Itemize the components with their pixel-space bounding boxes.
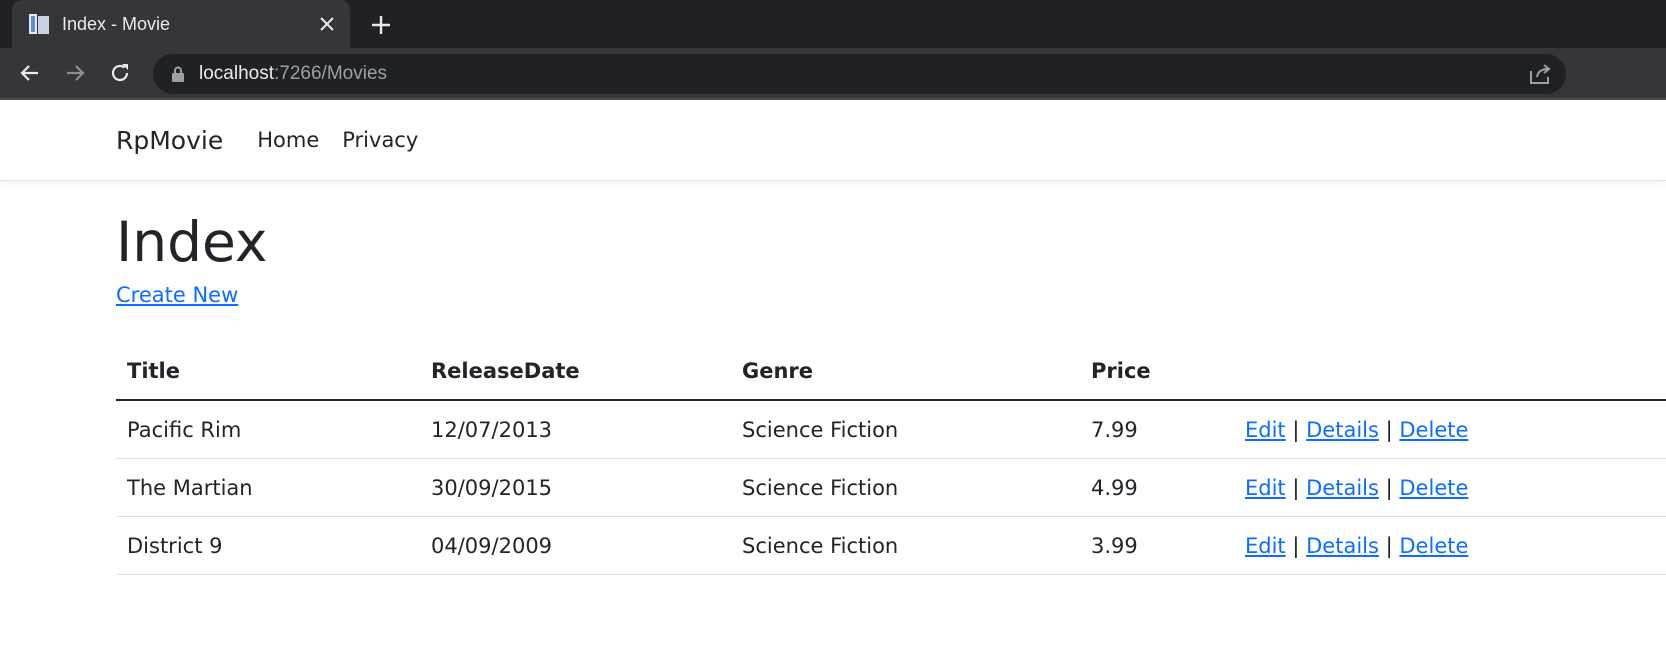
nav-privacy-link[interactable]: Privacy bbox=[342, 128, 418, 152]
cell-price: 4.99 bbox=[1080, 458, 1234, 517]
cell-release-date: 30/09/2015 bbox=[420, 458, 731, 517]
table-row: District 9 04/09/2009 Science Fiction 3.… bbox=[116, 516, 1666, 575]
brand-link[interactable]: RpMovie bbox=[116, 126, 223, 155]
column-header-actions bbox=[1234, 343, 1666, 401]
share-icon[interactable] bbox=[1528, 63, 1552, 85]
edit-link[interactable]: Edit bbox=[1245, 476, 1286, 500]
site-navbar: RpMovie Home Privacy bbox=[0, 100, 1666, 181]
cell-genre: Science Fiction bbox=[731, 400, 1080, 459]
address-bar[interactable]: localhost:7266/Movies bbox=[153, 54, 1566, 94]
table-row: The Martian 30/09/2015 Science Fiction 4… bbox=[116, 458, 1666, 517]
separator: | bbox=[1385, 533, 1393, 558]
column-header-genre: Genre bbox=[731, 343, 1080, 401]
browser-tab[interactable]: Index - Movie bbox=[12, 0, 350, 48]
forward-arrow-icon[interactable] bbox=[60, 58, 90, 88]
column-header-price: Price bbox=[1080, 343, 1234, 401]
table-row: Pacific Rim 12/07/2013 Science Fiction 7… bbox=[116, 400, 1666, 459]
separator: | bbox=[1292, 533, 1300, 558]
separator: | bbox=[1385, 475, 1393, 500]
create-new-link[interactable]: Create New bbox=[116, 283, 238, 307]
favicon-icon bbox=[29, 14, 49, 34]
plus-icon[interactable] bbox=[368, 12, 394, 38]
cell-title: The Martian bbox=[116, 458, 420, 517]
url-host: localhost bbox=[199, 63, 274, 84]
cell-price: 7.99 bbox=[1080, 400, 1234, 459]
details-link[interactable]: Details bbox=[1306, 476, 1379, 500]
edit-link[interactable]: Edit bbox=[1245, 534, 1286, 558]
lock-icon[interactable] bbox=[171, 66, 185, 82]
cell-title: Pacific Rim bbox=[116, 400, 420, 459]
page-title: Index bbox=[116, 210, 268, 274]
movies-table: Title ReleaseDate Genre Price Pacific Ri… bbox=[116, 343, 1666, 575]
cell-actions: Edit | Details | Delete bbox=[1234, 516, 1666, 575]
column-header-releasedate: ReleaseDate bbox=[420, 343, 731, 401]
main-content: Index Create New Title ReleaseDate Genre… bbox=[0, 209, 1666, 575]
delete-link[interactable]: Delete bbox=[1399, 418, 1468, 442]
cell-actions: Edit | Details | Delete bbox=[1234, 400, 1666, 459]
delete-link[interactable]: Delete bbox=[1399, 534, 1468, 558]
separator: | bbox=[1292, 475, 1300, 500]
cell-release-date: 04/09/2009 bbox=[420, 516, 731, 575]
separator: | bbox=[1292, 417, 1300, 442]
edit-link[interactable]: Edit bbox=[1245, 418, 1286, 442]
table-header-row: Title ReleaseDate Genre Price bbox=[116, 343, 1666, 401]
browser-tabstrip: Index - Movie bbox=[0, 0, 1666, 48]
cell-actions: Edit | Details | Delete bbox=[1234, 458, 1666, 517]
nav-home-link[interactable]: Home bbox=[257, 128, 319, 152]
cell-genre: Science Fiction bbox=[731, 458, 1080, 517]
details-link[interactable]: Details bbox=[1306, 418, 1379, 442]
delete-link[interactable]: Delete bbox=[1399, 476, 1468, 500]
separator: | bbox=[1385, 417, 1393, 442]
reload-icon[interactable] bbox=[105, 58, 135, 88]
url-path: :7266/Movies bbox=[274, 63, 388, 84]
close-icon[interactable] bbox=[316, 13, 338, 35]
cell-genre: Science Fiction bbox=[731, 516, 1080, 575]
back-arrow-icon[interactable] bbox=[15, 58, 45, 88]
tab-title: Index - Movie bbox=[62, 13, 171, 34]
cell-release-date: 12/07/2013 bbox=[420, 400, 731, 459]
column-header-title: Title bbox=[116, 343, 420, 401]
cell-title: District 9 bbox=[116, 516, 420, 575]
details-link[interactable]: Details bbox=[1306, 534, 1379, 558]
cell-price: 3.99 bbox=[1080, 516, 1234, 575]
